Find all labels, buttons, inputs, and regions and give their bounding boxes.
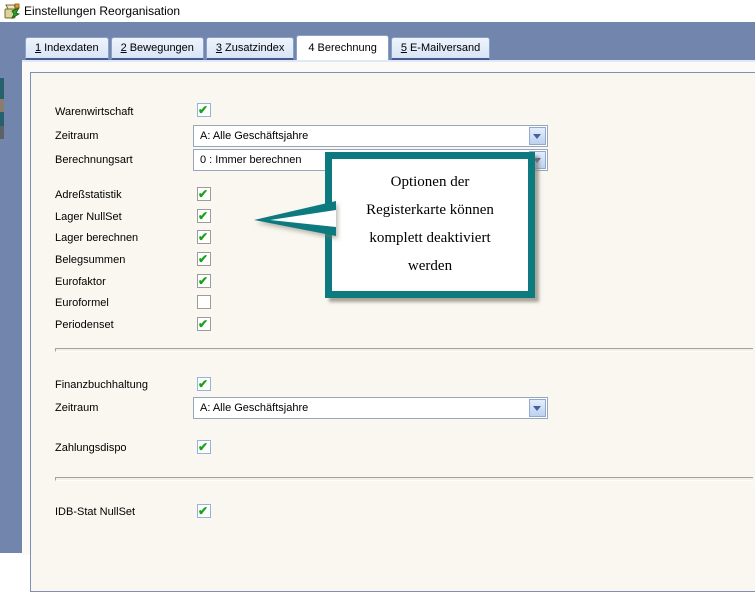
adressstatistik-label: Adreßstatistik <box>55 189 122 202</box>
tab-accelerator: 4 <box>308 42 314 54</box>
zeitraum-dropdown-1-value: A: Alle Geschäftsjahre <box>200 130 308 142</box>
checkmark-icon: ✔ <box>198 318 208 330</box>
tab-label: E-Mailversand <box>410 42 480 54</box>
tab-label: Bewegungen <box>130 42 194 54</box>
annotation-callout: Optionen der Registerkarte können komple… <box>325 152 535 298</box>
background-window-edge <box>0 99 4 112</box>
tab-label: Indexdaten <box>44 42 98 54</box>
tab-accelerator: 3 <box>216 42 222 54</box>
lager-berechnen-checkbox[interactable]: ✔ <box>197 230 211 244</box>
section-separator <box>55 348 753 352</box>
euroformel-label: Euroformel <box>55 297 109 310</box>
checkmark-icon: ✔ <box>198 210 208 222</box>
checkmark-icon: ✔ <box>198 275 208 287</box>
tab-indexdaten[interactable]: 1 Indexdaten <box>25 37 109 60</box>
zeitraum-dropdown-1-button[interactable] <box>529 127 546 145</box>
background-window-edge <box>0 78 4 99</box>
finanzbuchhaltung-checkbox[interactable]: ✔ <box>197 377 211 391</box>
tab-bewegungen[interactable]: 2 Bewegungen <box>111 37 204 60</box>
annotation-text: Optionen der Registerkarte können komple… <box>332 168 528 280</box>
zeitraum-dropdown-1[interactable]: A: Alle Geschäftsjahre <box>193 125 548 147</box>
checkmark-icon: ✔ <box>198 253 208 265</box>
idb-stat-nullset-checkbox[interactable]: ✔ <box>197 504 211 518</box>
tab-zusatzindex[interactable]: 3 Zusatzindex <box>206 37 294 60</box>
zeitraum-dropdown-2-value: A: Alle Geschäftsjahre <box>200 402 308 414</box>
idb-stat-nullset-label: IDB-Stat NullSet <box>55 506 135 519</box>
chevron-down-icon <box>533 134 541 139</box>
app-icon <box>3 2 21 20</box>
window-titlebar: Einstellungen Reorganisation <box>0 0 755 22</box>
lager-nullset-checkbox[interactable]: ✔ <box>197 209 211 223</box>
zeitraum-dropdown-2-button[interactable] <box>529 399 546 417</box>
checkmark-icon: ✔ <box>198 188 208 200</box>
tab-strip: 1 Indexdaten 2 Bewegungen 3 Zusatzindex … <box>25 37 492 60</box>
tab-emailversand[interactable]: 5 E-Mailversand <box>391 37 490 60</box>
annotation-line: komplett deaktiviert <box>332 224 528 252</box>
zeitraum-dropdown-2[interactable]: A: Alle Geschäftsjahre <box>193 397 548 419</box>
eurofaktor-checkbox[interactable]: ✔ <box>197 274 211 288</box>
checkmark-icon: ✔ <box>198 505 208 517</box>
tab-label: Berechnung <box>317 42 376 54</box>
chevron-down-icon <box>533 406 541 411</box>
checkmark-icon: ✔ <box>198 441 208 453</box>
lager-berechnen-label: Lager berechnen <box>55 232 138 245</box>
tab-accelerator: 5 <box>401 42 407 54</box>
tab-berechnung[interactable]: 4 Berechnung <box>296 35 388 60</box>
background-window-edge <box>0 112 4 126</box>
belegsummen-checkbox[interactable]: ✔ <box>197 252 211 266</box>
tab-accelerator: 2 <box>121 42 127 54</box>
section-separator <box>55 477 753 481</box>
warenwirtschaft-checkbox[interactable]: ✔ <box>197 103 211 117</box>
periodenset-label: Periodenset <box>55 319 114 332</box>
adressstatistik-checkbox[interactable]: ✔ <box>197 187 211 201</box>
checkmark-icon: ✔ <box>198 378 208 390</box>
zahlungsdispo-checkbox[interactable]: ✔ <box>197 440 211 454</box>
tab-label: Zusatzindex <box>225 42 284 54</box>
berechnungsart-label: Berechnungsart <box>55 154 133 167</box>
checkmark-icon: ✔ <box>198 104 208 116</box>
zahlungsdispo-label: Zahlungsdispo <box>55 442 127 455</box>
lager-nullset-label: Lager NullSet <box>55 211 122 224</box>
background-window-edge <box>0 126 4 139</box>
periodenset-checkbox[interactable]: ✔ <box>197 317 211 331</box>
annotation-line: Optionen der <box>332 168 528 196</box>
annotation-line: werden <box>332 252 528 280</box>
tab-accelerator: 1 <box>35 42 41 54</box>
annotation-callout-tail <box>254 200 336 240</box>
zeitraum-label-1: Zeitraum <box>55 130 98 143</box>
berechnungsart-dropdown-value: 0 : Immer berechnen <box>200 154 302 166</box>
window-title: Einstellungen Reorganisation <box>24 4 180 18</box>
finanzbuchhaltung-label: Finanzbuchhaltung <box>55 379 148 392</box>
warenwirtschaft-label: Warenwirtschaft <box>55 106 133 119</box>
eurofaktor-label: Eurofaktor <box>55 276 106 289</box>
euroformel-checkbox[interactable]: ✔ <box>197 295 211 309</box>
zeitraum-label-2: Zeitraum <box>55 402 98 415</box>
belegsummen-label: Belegsummen <box>55 254 125 267</box>
annotation-line: Registerkarte können <box>332 196 528 224</box>
checkmark-icon: ✔ <box>198 231 208 243</box>
